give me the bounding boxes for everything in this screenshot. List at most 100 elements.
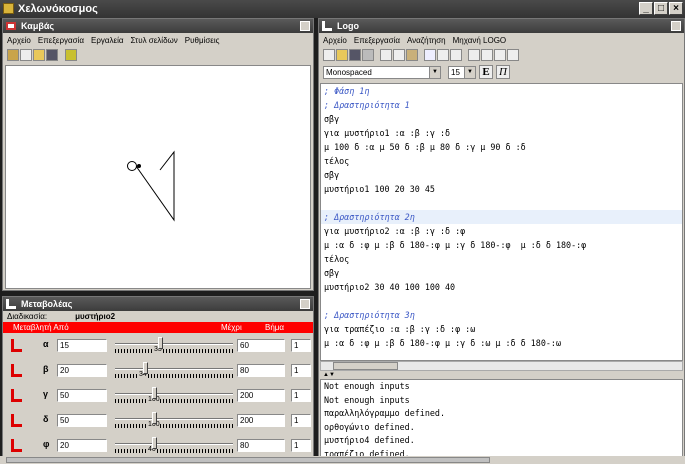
code-line[interactable] [321,196,682,210]
code-line[interactable]: σβγ [321,266,682,280]
main-horizontal-scrollbar[interactable] [0,456,685,464]
print-icon[interactable] [362,49,374,61]
logo-window-maximize-button[interactable] [671,21,681,31]
pause-icon[interactable] [437,49,449,61]
turtle-canvas[interactable] [5,65,311,289]
code-line[interactable] [321,294,682,308]
italic-button[interactable]: Π [496,65,510,79]
variable-slider[interactable]: 40 [115,435,233,455]
variable-from-input[interactable]: 20 [57,439,107,452]
slider-ticks [115,399,233,403]
variable-slider[interactable]: 100 [115,385,233,405]
paste-icon[interactable] [406,49,418,61]
variable-slider[interactable]: 34 [115,360,233,380]
col-step: Βήμα [265,323,285,332]
variable-from-input[interactable]: 50 [57,389,107,402]
variable-max-input[interactable]: 80 [237,364,285,377]
variable-step-input[interactable]: 1 [291,414,311,427]
code-line[interactable]: ; Φάση 1η [321,84,682,98]
canvas-menubar: Αρχείο Επεξεργασία Εργαλεία Στυλ σελίδων… [3,33,313,48]
new-page-icon[interactable] [20,49,32,61]
code-line[interactable]: τέλος [321,154,682,168]
minimize-button[interactable]: _ [639,2,653,15]
canvas-menu-file[interactable]: Αρχείο [7,33,31,48]
code-line[interactable]: σβγ [321,112,682,126]
code-line[interactable]: για μυστήριο1 :α :β :γ :δ [321,126,682,140]
find-next-icon[interactable] [481,49,493,61]
code-line[interactable]: για μυστήριο2 :α :β :γ :δ :φ [321,224,682,238]
code-line[interactable]: μ :α δ :φ μ :β δ 180-:φ μ :γ δ :ω μ :δ δ… [321,336,682,350]
logo-menu-engine[interactable]: Μηχανή LOGO [453,33,507,48]
editor-horizontal-scrollbar[interactable] [320,361,683,371]
variable-max-input[interactable]: 60 [237,339,285,352]
code-line[interactable]: μυστήριο1 100 20 30 45 [321,182,682,196]
code-line[interactable]: μ :α δ :φ μ :β δ 180-:φ μ :γ δ 180-:φ μ … [321,238,682,252]
variable-from-input[interactable]: 50 [57,414,107,427]
chevron-down-icon[interactable]: ▼ [429,66,440,78]
slider-thumb[interactable] [143,362,148,374]
code-editor[interactable]: ; Φάση 1η; Δραστηριότητα 1 σβγ για μυστήρι… [320,83,683,361]
turtle-icon[interactable] [65,49,77,61]
cut-icon[interactable] [380,49,392,61]
code-line[interactable]: μυστήριο2 30 40 100 100 40 [321,280,682,294]
editor-scroll-thumb[interactable] [333,362,398,370]
slider-thumb[interactable] [152,412,157,424]
bold-button[interactable]: E [479,65,493,79]
variable-slider[interactable]: 100 [115,410,233,430]
font-size-select[interactable]: 15 ▼ [448,65,476,79]
slider-thumb[interactable] [158,337,163,349]
canvas-menu-page-styles[interactable]: Στυλ σελίδων [130,33,177,48]
code-line[interactable]: ; Δραστηριότητα 1 [321,98,682,112]
copy-icon[interactable] [393,49,405,61]
open-folder-icon[interactable] [33,49,45,61]
variable-slider[interactable]: 33 [115,335,233,355]
slider-thumb[interactable] [152,437,157,449]
code-line[interactable]: ; Δραστηριότητα 3η [321,308,682,322]
code-line[interactable]: μ 100 δ :α μ 50 δ :β μ 80 δ :γ μ 90 δ :δ [321,140,682,154]
split-arrows-icon[interactable]: ▲▼ [320,371,683,379]
variable-from-input[interactable]: 15 [57,339,107,352]
logo-window-title-bar[interactable]: Logo [319,19,684,33]
save-disk-icon[interactable] [349,49,361,61]
variable-from-input[interactable]: 20 [57,364,107,377]
code-line[interactable]: σβγ [321,168,682,182]
code-line[interactable]: ; Δραστηριότητα 2η [321,210,682,224]
canvas-window-maximize-button[interactable] [300,21,310,31]
new-canvas-icon[interactable] [7,49,19,61]
variable-step-input[interactable]: 1 [291,439,311,452]
logo-menu-edit[interactable]: Επεξεργασία [354,33,400,48]
code-line[interactable]: για τραπέζιο :α :β :γ :δ :φ :ω [321,322,682,336]
variable-max-input[interactable]: 80 [237,439,285,452]
logo-menu-file[interactable]: Αρχείο [323,33,347,48]
new-file-icon[interactable] [323,49,335,61]
find-icon[interactable] [468,49,480,61]
output-console[interactable]: Not enough inputs Not enough inputs παραλλ… [320,379,683,463]
output-line: ορθογώνιο defined. [324,421,415,432]
canvas-menu-settings[interactable]: Ρυθμίσεις [185,33,220,48]
slider-thumb[interactable] [152,387,157,399]
variables-window-title-bar[interactable]: Μεταβολέας [3,297,313,311]
canvas-window-title-bar[interactable]: Καμβάς [3,19,313,33]
open-folder-icon[interactable] [336,49,348,61]
canvas-menu-edit[interactable]: Επεξεργασία [38,33,84,48]
chevron-down-icon[interactable]: ▼ [464,66,475,78]
close-button[interactable]: × [669,2,683,15]
main-scroll-thumb[interactable] [6,457,490,463]
output-line: μυστήριο4 defined. [324,435,415,445]
variable-step-input[interactable]: 1 [291,364,311,377]
variable-max-input[interactable]: 200 [237,389,285,402]
replace-icon[interactable] [494,49,506,61]
save-disk-icon[interactable] [46,49,58,61]
variables-window-maximize-button[interactable] [300,299,310,309]
code-line[interactable]: τέλος [321,252,682,266]
variable-max-input[interactable]: 200 [237,414,285,427]
variable-step-input[interactable]: 1 [291,389,311,402]
stop-icon[interactable] [450,49,462,61]
logo-menu-search[interactable]: Αναζήτηση [407,33,446,48]
maximize-button[interactable]: □ [654,2,668,15]
variable-step-input[interactable]: 1 [291,339,311,352]
canvas-menu-tools[interactable]: Εργαλεία [91,33,123,48]
run-icon[interactable] [424,49,436,61]
goto-line-icon[interactable] [507,49,519,61]
font-name-select[interactable]: Monospaced ▼ [323,65,441,79]
